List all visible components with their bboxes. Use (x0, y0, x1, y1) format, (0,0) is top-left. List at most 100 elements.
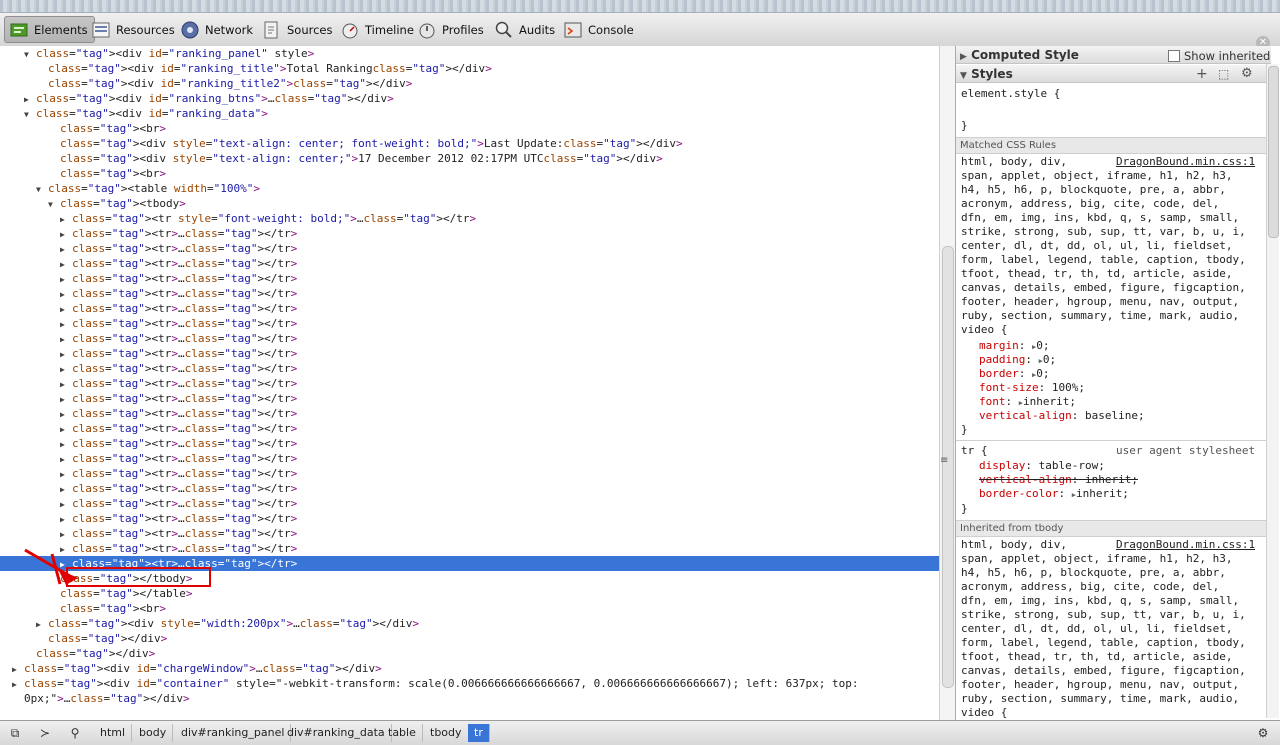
element-state-icon[interactable]: ⬚ (1218, 67, 1229, 81)
dom-node[interactable]: class="tag"></div> (0, 631, 939, 646)
dom-node[interactable]: ▶ class="tag"><tr>…class="tag"></tr> (0, 511, 939, 526)
expand-triangle-icon[interactable]: ▶ (60, 332, 72, 347)
dom-node[interactable]: ▶ class="tag"><tr>…class="tag"></tr> (0, 286, 939, 301)
breadcrumb-item[interactable]: html (94, 724, 133, 742)
css-property[interactable]: margin: ▶0; (979, 339, 1049, 354)
dom-node[interactable]: ▶ class="tag"><tr>…class="tag"></tr> (0, 436, 939, 451)
breadcrumb-item[interactable]: tbody (424, 724, 469, 742)
css-property[interactable]: font-size: 100%; (979, 381, 1085, 395)
expand-triangle-icon[interactable]: ▶ (60, 437, 72, 452)
dom-node[interactable]: ▶ class="tag"><tr>…class="tag"></tr> (0, 256, 939, 271)
css-property[interactable]: border: ▶0; (979, 367, 1049, 382)
tab-console[interactable]: Console (559, 16, 640, 43)
expand-triangle-icon[interactable]: ▶ (60, 317, 72, 332)
dom-node[interactable]: ▶ class="tag"><tr>…class="tag"></tr> (0, 316, 939, 331)
dom-tree-scrollbar[interactable] (939, 46, 956, 720)
dom-node[interactable]: class="tag"><br> (0, 601, 939, 616)
expand-triangle-icon[interactable]: ▶ (60, 482, 72, 497)
expand-triangle-icon[interactable]: ▶ (60, 257, 72, 272)
dom-node[interactable]: class="tag"><div style="text-align: cent… (0, 136, 939, 151)
expand-triangle-icon[interactable]: ▶ (36, 617, 48, 632)
breadcrumb-item[interactable]: body (133, 724, 174, 742)
collapse-triangle-icon[interactable]: ▼ (36, 182, 48, 197)
dom-node[interactable]: ▶ class="tag"><tr>…class="tag"></tr> (0, 241, 939, 256)
add-rule-icon[interactable]: + (1196, 66, 1208, 82)
dom-node[interactable]: ▶ class="tag"><tr>…class="tag"></tr> (0, 451, 939, 466)
tab-profiles[interactable]: Profiles (413, 16, 490, 43)
rule1-source-link[interactable]: DragonBound.min.css:1 (1116, 155, 1255, 168)
collapse-triangle-icon[interactable]: ▼ (24, 47, 36, 62)
dom-node[interactable]: ▼ class="tag"><tbody> (0, 196, 939, 211)
dom-node[interactable]: class="tag"><br> (0, 121, 939, 136)
expand-triangle-icon[interactable]: ▶ (12, 677, 24, 692)
expand-triangle-icon[interactable]: ▶ (60, 392, 72, 407)
tab-sources[interactable]: Sources (258, 16, 339, 43)
dom-node[interactable]: class="tag"><div id="ranking_title">Tota… (0, 61, 939, 76)
css-property[interactable]: vertical-align: inherit; (979, 473, 1138, 487)
dom-node[interactable]: ▶ class="tag"><tr>…class="tag"></tr> (0, 406, 939, 421)
css-property[interactable]: display: table-row; (979, 459, 1105, 473)
collapse-triangle-icon[interactable]: ▼ (48, 197, 60, 212)
dom-node[interactable]: ▶ class="tag"><tr style="font-weight: bol… (0, 211, 939, 226)
expand-triangle-icon[interactable]: ▶ (60, 272, 72, 287)
styles-scrollbar[interactable] (1266, 64, 1279, 718)
element-style-selector[interactable]: element.style { (961, 87, 1060, 101)
expand-triangle-icon[interactable]: ▶ (60, 242, 72, 257)
expand-triangle-icon[interactable]: ▶ (60, 527, 72, 542)
expand-triangle-icon[interactable]: ▶ (60, 362, 72, 377)
css-property[interactable]: font: ▶inherit; (979, 395, 1076, 410)
dom-node[interactable]: ▶ class="tag"><tr>…class="tag"></tr> (0, 271, 939, 286)
expand-triangle-icon[interactable]: ▶ (60, 302, 72, 317)
console-drawer-icon[interactable]: ≻ (34, 724, 56, 742)
dom-node[interactable]: ▶ class="tag"><tr>…class="tag"></tr> (0, 301, 939, 316)
dom-node[interactable]: ▶ class="tag"><tr>…class="tag"></tr> (0, 421, 939, 436)
gear-icon[interactable]: ⚙ (1241, 66, 1253, 81)
tab-network[interactable]: Network (176, 16, 259, 43)
tab-timeline[interactable]: Timeline (336, 16, 420, 43)
css-property[interactable]: border-color: ▶inherit; (979, 487, 1129, 502)
dom-node[interactable]: ▶ class="tag"><div id="chargeWindow">…cla… (0, 661, 939, 676)
dom-node[interactable]: ▶ class="tag"><tr>…class="tag"></tr> (0, 331, 939, 346)
expand-triangle-icon[interactable]: ▶ (60, 497, 72, 512)
expand-triangle-icon[interactable]: ▶ (60, 347, 72, 362)
tab-audits[interactable]: Audits (490, 16, 561, 43)
show-inherited-checkbox[interactable]: Show inherited (1168, 49, 1270, 63)
dom-node[interactable]: ▶ class="tag"><tr>…class="tag"></tr> (0, 481, 939, 496)
tab-resources[interactable]: Resources (87, 16, 181, 43)
expand-triangle-icon[interactable]: ▶ (60, 407, 72, 422)
tab-elements[interactable]: Elements (4, 16, 95, 43)
dom-node[interactable]: class="tag"></div> (0, 646, 939, 661)
breadcrumb-item[interactable]: tr (468, 724, 490, 742)
expand-triangle-icon[interactable]: ▶ (60, 212, 72, 227)
dom-node[interactable]: 0px;">…class="tag"></div> (0, 691, 939, 706)
expand-triangle-icon[interactable]: ▶ (60, 227, 72, 242)
expand-triangle-icon[interactable]: ▶ (60, 467, 72, 482)
dom-node[interactable]: class="tag"><br> (0, 166, 939, 181)
expand-triangle-icon[interactable]: ▶ (60, 452, 72, 467)
breadcrumb-item[interactable]: div#ranking_data (281, 724, 392, 742)
dom-node[interactable]: ▶ class="tag"><div id="container" style="… (0, 676, 939, 691)
dom-node[interactable]: class="tag"><div style="text-align: cent… (0, 151, 939, 166)
dom-node[interactable]: class="tag"><div id="ranking_title2">cla… (0, 76, 939, 91)
dom-node[interactable]: ▶ class="tag"><tr>…class="tag"></tr> (0, 526, 939, 541)
css-property[interactable]: padding: ▶0; (979, 353, 1056, 368)
css-property[interactable]: vertical-align: baseline; (979, 409, 1145, 423)
splitter-handle-icon[interactable]: ≡ (940, 455, 948, 466)
dom-node[interactable]: ▼ class="tag"><div id="ranking_data"> (0, 106, 939, 121)
expand-triangle-icon[interactable]: ▶ (24, 92, 36, 107)
breadcrumb-item[interactable]: div#ranking_panel (175, 724, 292, 742)
settings-gear-icon[interactable]: ⚙ (1252, 724, 1274, 742)
dock-icon[interactable]: ⧉ (4, 724, 26, 742)
dom-node[interactable]: ▶ class="tag"><tr>…class="tag"></tr> (0, 466, 939, 481)
dom-node[interactable]: ▶ class="tag"><tr>…class="tag"></tr> (0, 496, 939, 511)
dom-node[interactable]: ▶ class="tag"><tr>…class="tag"></tr> (0, 226, 939, 241)
dom-node[interactable]: ▶ class="tag"><tr>…class="tag"></tr> (0, 376, 939, 391)
expand-triangle-icon[interactable]: ▶ (60, 287, 72, 302)
collapse-triangle-icon[interactable]: ▼ (24, 107, 36, 122)
checkbox-box[interactable] (1168, 50, 1180, 62)
dom-node[interactable]: ▼ class="tag"><table width="100%"> (0, 181, 939, 196)
dom-node[interactable]: ▶ class="tag"><tr>…class="tag"></tr> (0, 391, 939, 406)
rule3-source-link[interactable]: DragonBound.min.css:1 (1116, 538, 1255, 551)
expand-triangle-icon[interactable]: ▶ (60, 422, 72, 437)
expand-triangle-icon[interactable]: ▶ (60, 377, 72, 392)
